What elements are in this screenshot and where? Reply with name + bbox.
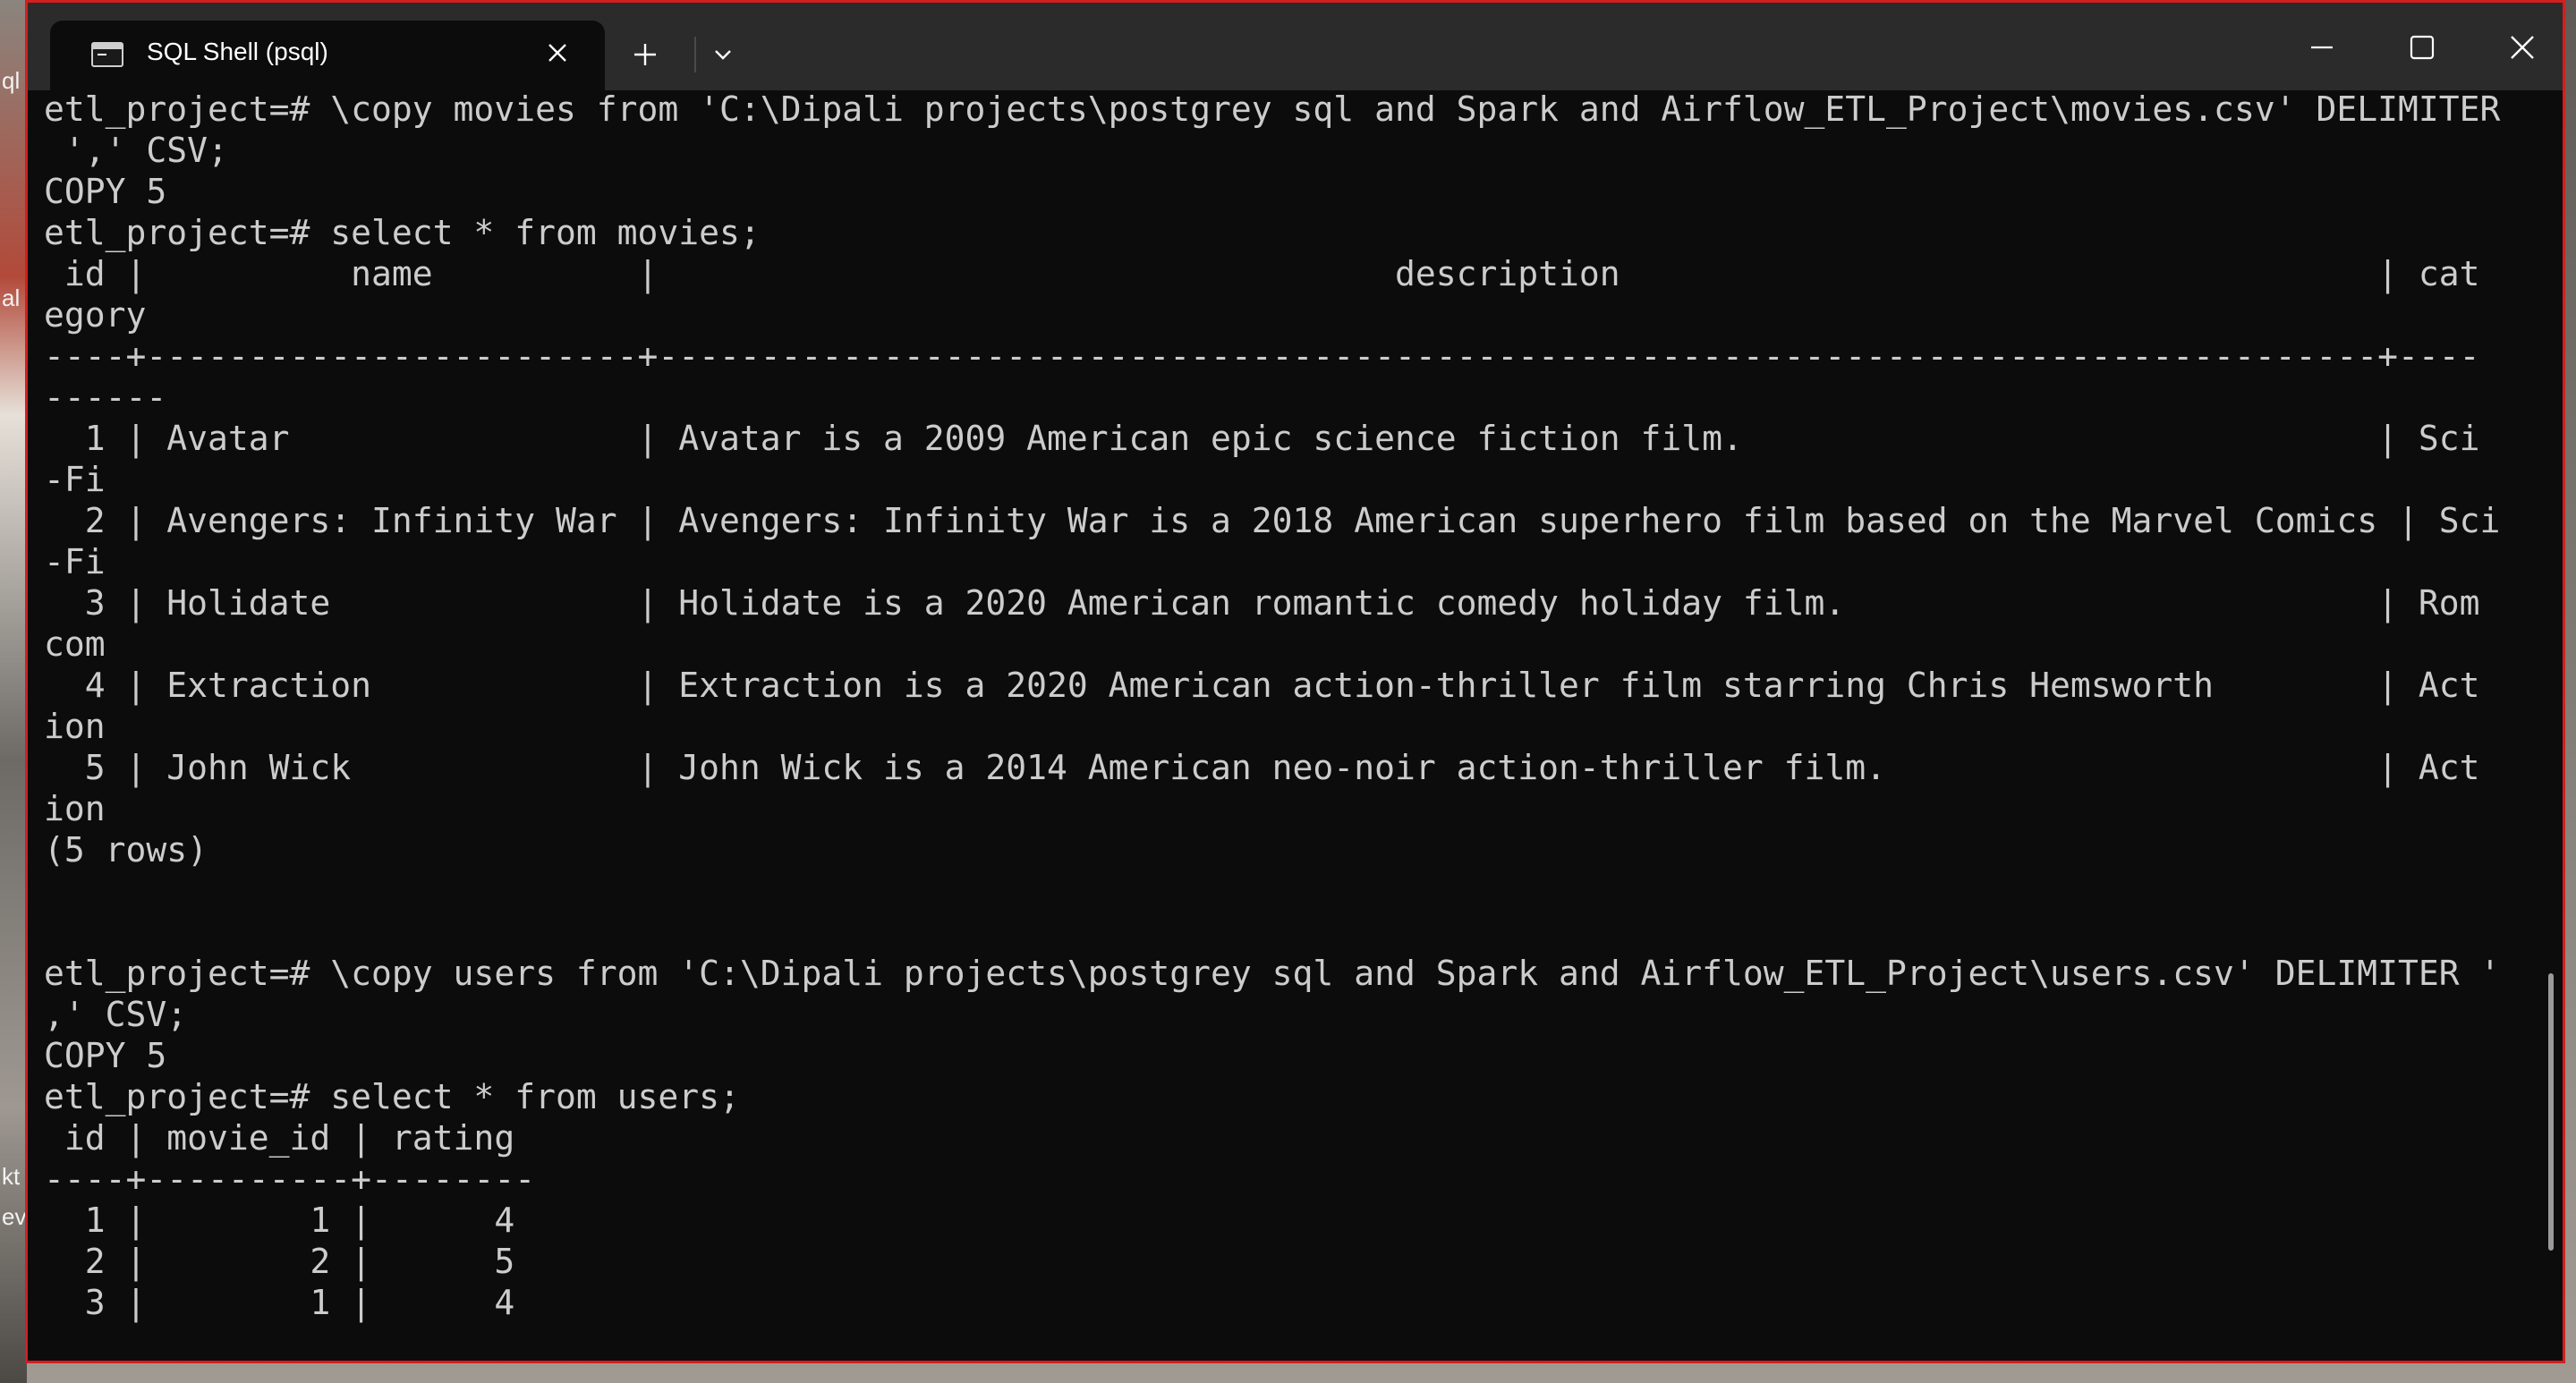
tab-title: SQL Shell (psql) (147, 38, 328, 65)
terminal-line: 4 | Extraction | Extraction is a 2020 Am… (44, 666, 2480, 705)
maximize-button[interactable] (2397, 22, 2447, 72)
terminal-output[interactable]: etl_project=# \copy movies from 'C:\Dipa… (44, 89, 2540, 1359)
terminal-line: id | name | description | cat (44, 254, 2480, 293)
terminal-line: egory (44, 295, 147, 335)
terminal-line: 5 | John Wick | John Wick is a 2014 Amer… (44, 748, 2480, 787)
terminal-line: 1 | Avatar | Avatar is a 2009 American e… (44, 419, 2480, 458)
terminal-line: 2 | 2 | 5 (44, 1242, 515, 1281)
terminal-line: -Fi (44, 460, 106, 499)
close-icon (548, 44, 566, 62)
titlebar-divider (694, 37, 696, 72)
terminal-line: etl_project=# select * from movies; (44, 213, 761, 252)
terminal-line: COPY 5 (44, 1036, 167, 1075)
terminal-window: SQL Shell (psql) etl_project=# \copy mov… (25, 0, 2565, 1363)
scrollbar[interactable] (2548, 973, 2554, 1251)
desktop-text-fragment: ql (2, 67, 21, 94)
terminal-line: etl_project=# select * from users; (44, 1077, 740, 1116)
terminal-line: (5 rows) (44, 830, 208, 870)
terminal-line: id | movie_id | rating (44, 1118, 515, 1158)
terminal-line: -Fi (44, 542, 106, 581)
terminal-line: ------ (44, 378, 167, 417)
minimize-icon (2311, 46, 2333, 49)
terminal-line (44, 912, 2540, 953)
chevron-down-icon (715, 50, 731, 60)
desktop-text-fragment: ev (2, 1203, 27, 1230)
terminal-line: etl_project=# \copy movies from 'C:\Dipa… (44, 89, 2501, 129)
terminal-line: 3 | Holidate | Holidate is a 2020 Americ… (44, 583, 2480, 623)
title-bar[interactable]: SQL Shell (psql) (28, 3, 2563, 90)
terminal-line: ion (44, 789, 106, 828)
terminal-line: 1 | 1 | 4 (44, 1201, 515, 1240)
terminal-line (44, 870, 2540, 912)
terminal-line: 2 | Avengers: Infinity War | Avengers: I… (44, 501, 2501, 540)
minimize-button[interactable] (2297, 22, 2347, 72)
terminal-line: ion (44, 707, 106, 746)
terminal-line: etl_project=# \copy users from 'C:\Dipal… (44, 954, 2501, 993)
desktop-text-fragment: kt (2, 1163, 21, 1190)
terminal-line: com (44, 624, 106, 664)
new-tab-button[interactable] (625, 35, 665, 74)
terminal-line: ----+----------+-------- (44, 1159, 536, 1199)
close-tab-button[interactable] (538, 33, 577, 72)
terminal-line: ----+------------------------+----------… (44, 336, 2480, 376)
maximize-icon (2410, 35, 2435, 60)
terminal-line: 3 | 1 | 4 (44, 1283, 515, 1322)
tab-sql-shell[interactable]: SQL Shell (psql) (50, 21, 605, 90)
terminal-line: ,' CSV; (44, 995, 188, 1034)
close-icon (2511, 36, 2534, 59)
terminal-line: ',' CSV; (44, 131, 228, 170)
desktop-text-fragment: al (2, 284, 21, 311)
terminal-line: COPY 5 (44, 172, 167, 211)
close-window-button[interactable] (2497, 22, 2547, 72)
plus-icon (634, 44, 656, 65)
tab-dropdown-button[interactable] (703, 35, 743, 74)
terminal-icon (91, 42, 123, 67)
